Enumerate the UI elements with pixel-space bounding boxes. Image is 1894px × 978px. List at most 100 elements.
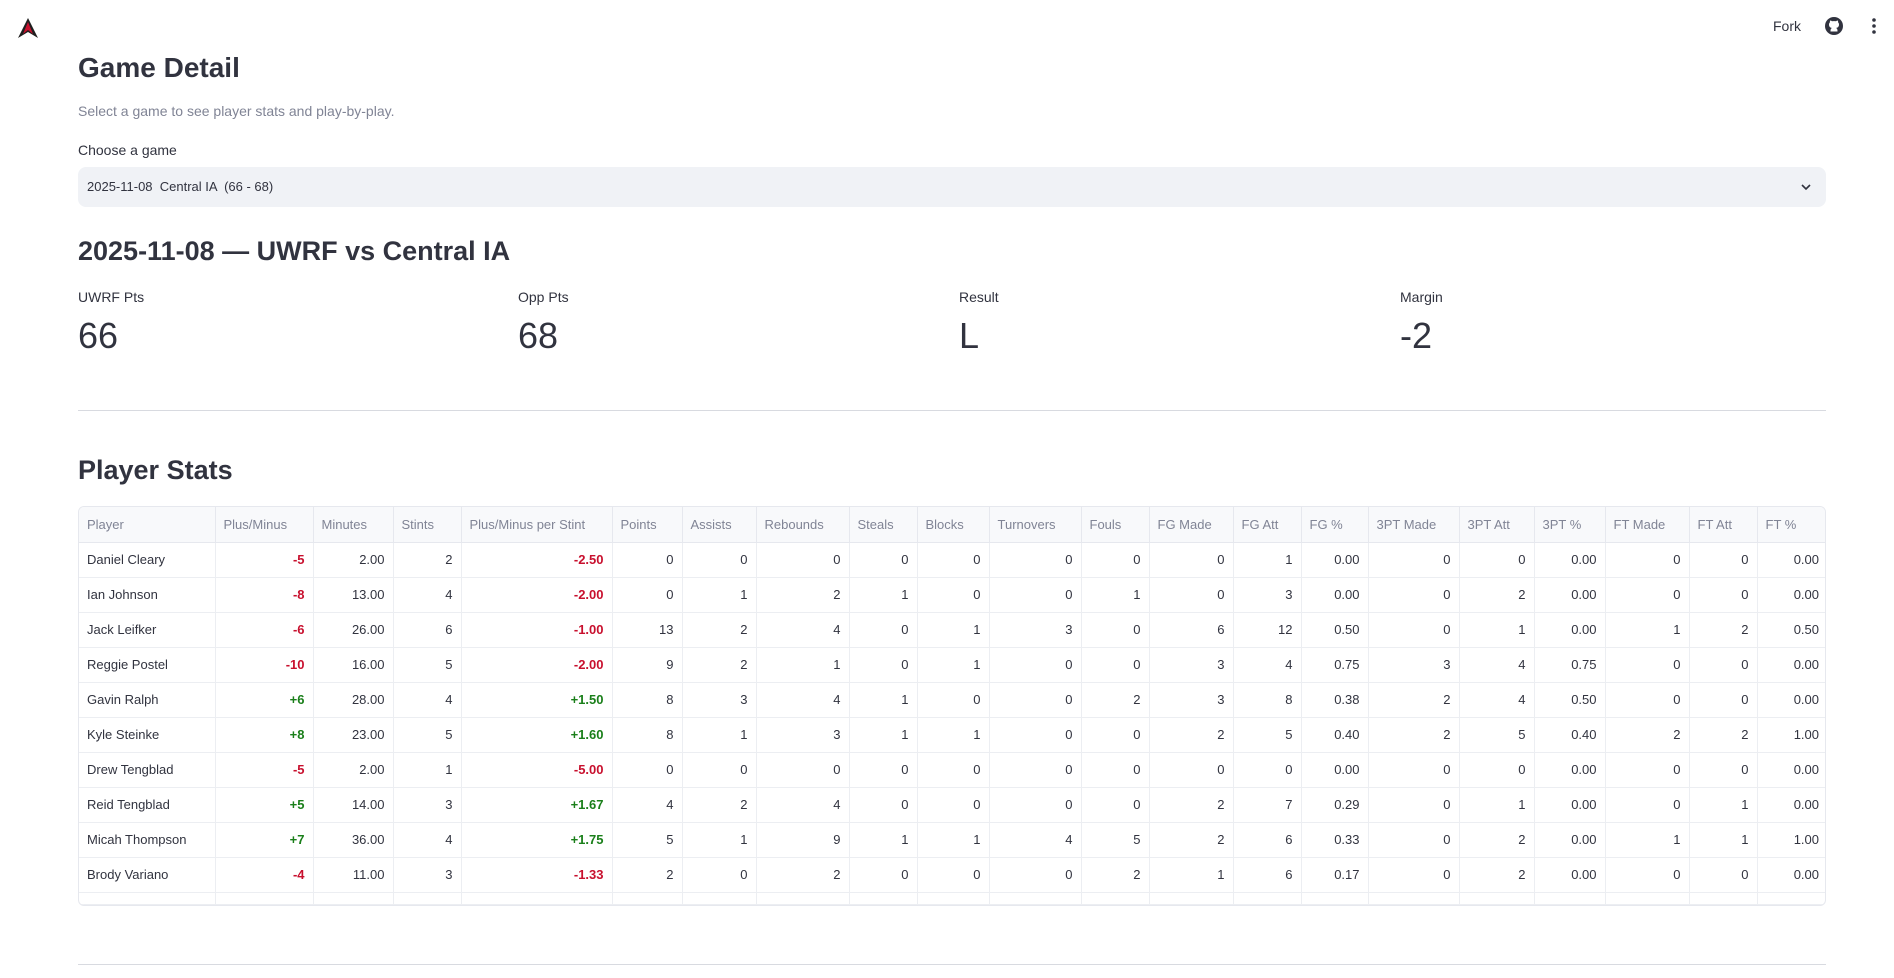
fork-button[interactable]: Fork — [1773, 18, 1801, 34]
table-row[interactable]: Ian Johnson -8 13.00 4 -2.00 0 1 2 1 0 0 1 0 3 0.00 0 2 0… — [79, 577, 1825, 613]
table-cell: 0.40 — [1534, 717, 1606, 753]
table-cell: 0.00 — [1534, 822, 1606, 858]
player-name-cell: Jack Leifker — [79, 612, 216, 648]
column-header[interactable]: FT % — [1757, 507, 1825, 543]
table-cell: 0.00 — [1757, 752, 1825, 788]
table-cell: 4 — [756, 787, 850, 823]
column-header[interactable]: Blocks — [917, 507, 990, 543]
column-header[interactable]: FT Made — [1605, 507, 1690, 543]
table-cell-empty — [1689, 892, 1758, 905]
table-cell: -2.00 — [461, 647, 613, 683]
divider — [78, 964, 1826, 965]
table-cell: 1 — [917, 717, 990, 753]
table-cell: 0.00 — [1301, 577, 1369, 613]
table-header-row: Player Plus/Minus Minutes Stints Plus/Minus … — [79, 507, 1825, 543]
table-cell: 7 — [1233, 787, 1302, 823]
metric-value: -2 — [1400, 315, 1433, 356]
table-row[interactable]: Micah Thompson +7 36.00 4 +1.75 5 1 9 1 1 4 5 2 6 0.33… — [79, 822, 1825, 858]
table-cell: 0.00 — [1534, 577, 1606, 613]
table-row[interactable]: Drew Tengblad -5 2.00 1 -5.00 0 0 0 0 0 0 0 0 0 0.00 0 0… — [79, 752, 1825, 788]
column-header[interactable]: Stints — [393, 507, 462, 543]
table-cell: 4 — [1233, 647, 1302, 683]
column-header[interactable]: Rebounds — [756, 507, 850, 543]
column-header[interactable]: Player — [79, 507, 216, 543]
table-cell: 0 — [756, 542, 850, 578]
table-cell: 0.17 — [1301, 857, 1369, 893]
column-header[interactable]: Minutes — [313, 507, 394, 543]
table-cell: 0 — [917, 752, 990, 788]
table-cell: 4 — [756, 682, 850, 718]
table-row[interactable]: Gavin Ralph +6 28.00 4 +1.50 8 3 4 1 0 0 2 3 8 0.38 2 4 0… — [79, 682, 1825, 718]
column-header[interactable]: 3PT % — [1534, 507, 1606, 543]
kebab-menu-icon[interactable] — [1868, 16, 1880, 36]
column-header[interactable]: Steals — [849, 507, 918, 543]
table-cell: 2.00 — [313, 752, 394, 788]
table-cell-empty — [79, 892, 216, 905]
table-row[interactable]: Jack Leifker -6 26.00 6 -1.00 13 2 4 0 1 3 0 6 12 0.50… — [79, 612, 1825, 648]
table-cell: 0.00 — [1534, 752, 1606, 788]
table-cell: 0 — [1368, 857, 1460, 893]
column-header[interactable]: Points — [612, 507, 683, 543]
table-cell: 4 — [1459, 682, 1535, 718]
table-cell: 0 — [1081, 542, 1150, 578]
player-stats-table[interactable]: Player Plus/Minus Minutes Stints Plus/Minus … — [78, 506, 1826, 906]
metric-opp-pts: Opp Pts 68 — [518, 289, 569, 357]
table-cell: 0 — [1689, 857, 1758, 893]
column-header[interactable]: Turnovers — [989, 507, 1082, 543]
column-header[interactable]: FT Att — [1689, 507, 1758, 543]
table-cell: 0 — [1689, 577, 1758, 613]
game-select-value: 2025-11-08 Central IA (66 - 68) — [87, 179, 274, 194]
github-icon[interactable] — [1824, 16, 1844, 36]
table-cell: 16.00 — [313, 647, 394, 683]
player-name-cell: Reid Tengblad — [79, 787, 216, 823]
game-select[interactable]: 2025-11-08 Central IA (66 - 68) — [78, 167, 1826, 207]
column-header[interactable]: 3PT Made — [1368, 507, 1460, 543]
table-cell: 0 — [1605, 787, 1690, 823]
table-row[interactable]: Reggie Postel -10 16.00 5 -2.00 9 2 1 0 1 0 0 3 4 0.75… — [79, 647, 1825, 683]
column-header[interactable]: Assists — [682, 507, 757, 543]
table-row[interactable]: Brody Variano -4 11.00 3 -1.33 2 0 2 0 0 0 2 1 6 0.17 0… — [79, 857, 1825, 893]
table-cell: 2 — [1689, 717, 1758, 753]
player-name-cell: Reggie Postel — [79, 647, 216, 683]
table-cell: 0 — [1233, 752, 1302, 788]
column-header[interactable]: FG Made — [1149, 507, 1234, 543]
column-header[interactable]: Fouls — [1081, 507, 1150, 543]
table-cell: 3 — [1149, 682, 1234, 718]
table-cell: 0.50 — [1757, 612, 1825, 648]
table-cell: 13.00 — [313, 577, 394, 613]
table-cell: 0.00 — [1534, 542, 1606, 578]
column-header[interactable]: Plus/Minus per Stint — [461, 507, 613, 543]
table-cell: 4 — [1459, 647, 1535, 683]
column-header[interactable]: FG Att — [1233, 507, 1302, 543]
table-cell: 2.00 — [313, 542, 394, 578]
table-cell: 2 — [393, 542, 462, 578]
metric-label: Result — [959, 289, 999, 305]
table-cell: 1.00 — [1757, 717, 1825, 753]
table-row[interactable]: Kyle Steinke +8 23.00 5 +1.60 8 1 3 1 1 0 0 2 5 0.40 2 5… — [79, 717, 1825, 753]
table-cell: 0 — [1081, 787, 1150, 823]
table-row[interactable]: Daniel Cleary -5 2.00 2 -2.50 0 0 0 0 0 0 0 0 1 0.00 0 0… — [79, 542, 1825, 578]
table-cell: 0.00 — [1757, 542, 1825, 578]
table-cell: +1.60 — [461, 717, 613, 753]
table-cell: 0 — [989, 857, 1082, 893]
table-cell-empty — [461, 892, 613, 905]
table-cell: 1.00 — [1757, 822, 1825, 858]
table-cell: 0 — [989, 647, 1082, 683]
table-cell: 0 — [989, 717, 1082, 753]
logo-icon[interactable] — [14, 14, 42, 42]
table-row-spacer — [79, 892, 1825, 905]
table-cell: 0 — [1605, 682, 1690, 718]
table-cell: +8 — [215, 717, 314, 753]
table-cell: 0 — [1689, 542, 1758, 578]
column-header[interactable]: 3PT Att — [1459, 507, 1535, 543]
table-cell: -2.50 — [461, 542, 613, 578]
table-row[interactable]: Reid Tengblad +5 14.00 3 +1.67 4 2 4 0 0 0 0 2 7 0.29 0… — [79, 787, 1825, 823]
table-cell: 2 — [1081, 682, 1150, 718]
table-cell: 3 — [756, 717, 850, 753]
table-cell-empty — [1757, 892, 1825, 905]
player-name-cell: Brody Variano — [79, 857, 216, 893]
column-header[interactable]: Plus/Minus — [215, 507, 314, 543]
table-cell-empty — [393, 892, 462, 905]
table-cell: +7 — [215, 822, 314, 858]
column-header[interactable]: FG % — [1301, 507, 1369, 543]
